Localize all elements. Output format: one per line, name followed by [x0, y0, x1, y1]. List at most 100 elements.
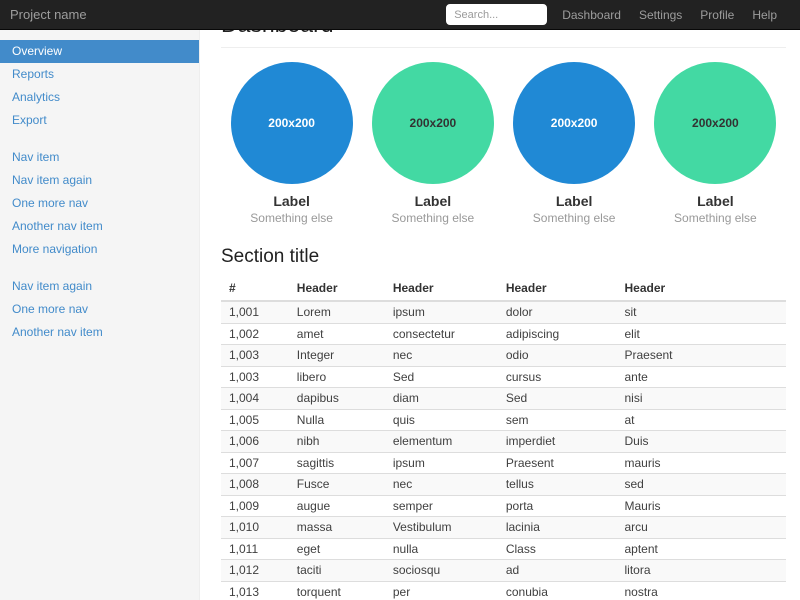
sidebar-item-export[interactable]: Export: [0, 109, 199, 132]
table-cell: 1,006: [221, 431, 289, 453]
table-cell: Class: [498, 538, 617, 560]
main-content: Dashboard 200x200LabelSomething else200x…: [200, 0, 800, 600]
table-cell: diam: [385, 388, 498, 410]
table-column-header: Header: [498, 277, 617, 301]
table-cell: nibh: [289, 431, 385, 453]
table-row: 1,011egetnullaClassaptent: [221, 538, 786, 560]
sidebar-item-analytics[interactable]: Analytics: [0, 86, 199, 109]
placeholder-card: 200x200 Label Something else: [645, 62, 786, 225]
table-cell: dolor: [498, 301, 617, 323]
table-cell: taciti: [289, 560, 385, 582]
table-cell: 1,010: [221, 517, 289, 539]
table-cell: sit: [616, 301, 786, 323]
table-cell: per: [385, 581, 498, 600]
table-cell: sem: [498, 409, 617, 431]
sidebar-item-one-more-nav[interactable]: One more nav: [0, 192, 199, 215]
top-link-dashboard[interactable]: Dashboard: [553, 0, 630, 30]
table-row: 1,007sagittisipsumPraesentmauris: [221, 452, 786, 474]
table-cell: massa: [289, 517, 385, 539]
placeholder-card: 200x200LabelSomething else: [504, 62, 645, 225]
table-cell: Sed: [498, 388, 617, 410]
sidebar-item-reports[interactable]: Reports: [0, 63, 199, 86]
data-table: #HeaderHeaderHeaderHeader 1,001Loremipsu…: [221, 277, 786, 600]
top-link-help[interactable]: Help: [743, 0, 786, 30]
sidebar-item-more-navigation[interactable]: More navigation: [0, 238, 199, 261]
table-cell: tellus: [498, 474, 617, 496]
table-cell: Praesent: [498, 452, 617, 474]
placeholder-label: Label: [504, 193, 645, 209]
placeholder-circle-image: 200x200: [654, 62, 776, 184]
sidebar-item-nav-item[interactable]: Nav item: [0, 146, 199, 169]
table-cell: 1,013: [221, 581, 289, 600]
table-cell: 1,011: [221, 538, 289, 560]
table-head: #HeaderHeaderHeaderHeader: [221, 277, 786, 301]
placeholder-label: Label: [645, 193, 786, 209]
placeholder-card: 200x200LabelSomething else: [362, 62, 503, 225]
placeholder-circle-image: 200x200: [372, 62, 494, 184]
top-link-settings[interactable]: Settings: [630, 0, 691, 30]
table-cell: ipsum: [385, 452, 498, 474]
table-cell: arcu: [616, 517, 786, 539]
table-row: 1,008Fuscenectellussed: [221, 474, 786, 496]
table-cell: ipsum: [385, 301, 498, 323]
table-cell: augue: [289, 495, 385, 517]
brand-title[interactable]: Project name: [0, 7, 97, 22]
table-cell: sociosqu: [385, 560, 498, 582]
table-cell: semper: [385, 495, 498, 517]
table-cell: imperdiet: [498, 431, 617, 453]
table-cell: 1,004: [221, 388, 289, 410]
table-row: 1,012tacitisociosquadlitora: [221, 560, 786, 582]
top-links: DashboardSettingsProfileHelp: [553, 0, 786, 30]
table-cell: nec: [385, 474, 498, 496]
table-row: 1,001Loremipsumdolorsit: [221, 301, 786, 323]
placeholder-circle-image: 200x200: [231, 62, 353, 184]
sidebar: OverviewReportsAnalyticsExportNav itemNa…: [0, 30, 200, 600]
table-row: 1,003liberoSedcursusante: [221, 366, 786, 388]
table-cell: sed: [616, 474, 786, 496]
table-cell: aptent: [616, 538, 786, 560]
placeholder-sublabel: Something else: [221, 211, 362, 225]
table-cell: ad: [498, 560, 617, 582]
table-row: 1,004dapibusdiamSednisi: [221, 388, 786, 410]
sidebar-item-nav-item-again[interactable]: Nav item again: [0, 275, 199, 298]
table-cell: nisi: [616, 388, 786, 410]
table-cell: adipiscing: [498, 323, 617, 345]
table-cell: 1,008: [221, 474, 289, 496]
table-body: 1,001Loremipsumdolorsit1,002ametconsecte…: [221, 301, 786, 600]
placeholder-sublabel: Something else: [362, 211, 503, 225]
table-column-header: #: [221, 277, 289, 301]
table-column-header: Header: [385, 277, 498, 301]
sidebar-item-nav-item-again[interactable]: Nav item again: [0, 169, 199, 192]
navbar-right-group: DashboardSettingsProfileHelp: [446, 0, 800, 30]
table-cell: nec: [385, 345, 498, 367]
sidebar-group: Nav item againOne more navAnother nav it…: [0, 275, 199, 344]
table-cell: 1,007: [221, 452, 289, 474]
sidebar-item-another-nav-item[interactable]: Another nav item: [0, 215, 199, 238]
table-cell: 1,005: [221, 409, 289, 431]
sidebar-item-overview[interactable]: Overview: [0, 40, 199, 63]
table-cell: 1,001: [221, 301, 289, 323]
placeholder-sublabel: Something else: [645, 211, 786, 225]
table-row: 1,013torquentperconubianostra: [221, 581, 786, 600]
top-link-profile[interactable]: Profile: [691, 0, 743, 30]
placeholder-sublabel: Something else: [504, 211, 645, 225]
table-column-header: Header: [616, 277, 786, 301]
table-cell: Integer: [289, 345, 385, 367]
table-row: 1,009auguesemperportaMauris: [221, 495, 786, 517]
table-cell: Nulla: [289, 409, 385, 431]
table-cell: odio: [498, 345, 617, 367]
search-input[interactable]: [446, 4, 547, 25]
placeholder-label: Label: [221, 193, 362, 209]
table-row: 1,005Nullaquissemat: [221, 409, 786, 431]
table-cell: porta: [498, 495, 617, 517]
sidebar-item-another-nav-item[interactable]: Another nav item: [0, 321, 199, 344]
table-row: 1,010massaVestibulumlaciniaarcu: [221, 517, 786, 539]
table-cell: Duis: [616, 431, 786, 453]
sidebar-nav: OverviewReportsAnalyticsExportNav itemNa…: [0, 40, 199, 344]
sidebar-item-one-more-nav[interactable]: One more nav: [0, 298, 199, 321]
table-cell: eget: [289, 538, 385, 560]
table-column-header: Header: [289, 277, 385, 301]
table-cell: elit: [616, 323, 786, 345]
table-cell: sagittis: [289, 452, 385, 474]
section-title: Section title: [221, 246, 786, 268]
